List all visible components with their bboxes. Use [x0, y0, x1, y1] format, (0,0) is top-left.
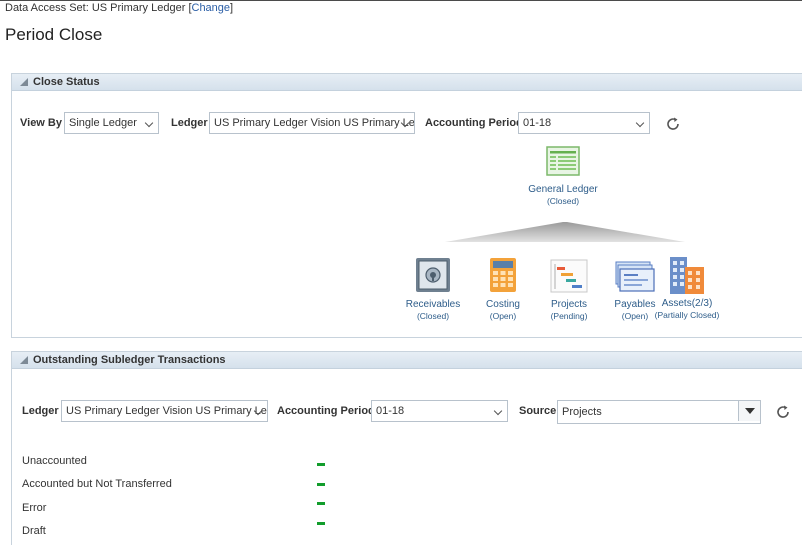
- projects-status: (Pending): [550, 311, 588, 321]
- view-by-select[interactable]: Single Ledger: [64, 112, 159, 134]
- receivables-node[interactable]: Receivables (Closed): [402, 257, 464, 321]
- safe-icon: [416, 258, 450, 292]
- receivables-name: Receivables: [405, 299, 461, 310]
- source-value: Projects: [562, 406, 602, 418]
- accounting-period-label: Accounting Period: [425, 117, 523, 129]
- page-title: Period Close: [5, 25, 103, 44]
- general-ledger-name: General Ledger: [528, 184, 598, 195]
- accounting-period-value: 01-18: [523, 117, 552, 129]
- source-select[interactable]: Projects: [557, 400, 761, 424]
- error-value-bar[interactable]: [317, 502, 325, 505]
- source-label: Source: [519, 405, 557, 417]
- subledger-period-select[interactable]: 01-18: [371, 400, 508, 422]
- outstanding-transactions-panel: Outstanding Subledger Transactions: [11, 351, 802, 545]
- unaccounted-label: Unaccounted: [22, 455, 87, 467]
- unaccounted-value-bar[interactable]: [317, 463, 325, 466]
- receivables-status: (Closed): [416, 311, 450, 321]
- view-by-label: View By: [20, 117, 62, 129]
- outstanding-transactions-title: Outstanding Subledger Transactions: [33, 354, 226, 366]
- top-border: [0, 0, 802, 1]
- subledger-period-label: Accounting Period: [277, 405, 375, 417]
- subledger-ledger-value: US Primary Ledger Vision US Primary Le: [66, 405, 267, 417]
- general-ledger-status: (Closed): [546, 196, 580, 206]
- close-status-title: Close Status: [33, 76, 100, 88]
- outstanding-transactions-header[interactable]: Outstanding Subledger Transactions: [12, 352, 802, 369]
- costing-node[interactable]: Costing (Open): [478, 257, 528, 321]
- projects-node[interactable]: Projects (Pending): [541, 259, 597, 321]
- accounted-not-transferred-value-bar[interactable]: [317, 483, 325, 486]
- data-access-value: US Primary Ledger: [91, 2, 186, 14]
- change-link[interactable]: Change: [192, 2, 231, 14]
- data-access-set: Data Access Set: US Primary Ledger [Chan…: [5, 2, 234, 14]
- close-status-header[interactable]: Close Status: [12, 74, 802, 91]
- ledger-sheet-icon: [546, 146, 580, 176]
- refresh-icon[interactable]: [665, 116, 681, 132]
- accounting-period-select[interactable]: 01-18: [518, 112, 650, 134]
- assets-node[interactable]: Assets(2/3) (Partially Closed): [652, 255, 722, 320]
- refresh-icon[interactable]: [775, 404, 791, 420]
- disclosure-triangle-icon[interactable]: [20, 356, 28, 364]
- subledger-ledger-select[interactable]: US Primary Ledger Vision US Primary Le: [61, 400, 268, 422]
- general-ledger-node[interactable]: General Ledger (Closed): [523, 146, 603, 206]
- assets-name: Assets(2/3): [661, 298, 713, 309]
- hierarchy-connector: [445, 222, 685, 242]
- ledger-select[interactable]: US Primary Ledger Vision US Primary Le: [209, 112, 415, 134]
- ledger-label: Ledger: [171, 117, 208, 129]
- subledger-period-value: 01-18: [376, 405, 405, 417]
- calculator-icon: [490, 258, 516, 292]
- accounted-not-transferred-label: Accounted but Not Transferred: [22, 478, 172, 490]
- draft-label: Draft: [22, 525, 46, 537]
- assets-status: (Partially Closed): [654, 310, 720, 320]
- error-label: Error: [22, 502, 47, 514]
- checks-icon: [615, 261, 655, 292]
- projects-name: Projects: [550, 299, 588, 310]
- ledger-value: US Primary Ledger Vision US Primary Le: [214, 117, 414, 129]
- gantt-chart-icon: [550, 259, 588, 293]
- disclosure-triangle-icon[interactable]: [20, 78, 28, 86]
- subledger-ledger-label: Ledger: [22, 405, 59, 417]
- dropdown-arrow-icon[interactable]: [738, 401, 760, 421]
- costing-name: Costing: [486, 299, 520, 310]
- costing-status: (Open): [489, 311, 517, 321]
- data-access-label: Data Access Set:: [5, 2, 89, 14]
- buildings-icon: [670, 257, 704, 294]
- draft-value-bar[interactable]: [317, 522, 325, 525]
